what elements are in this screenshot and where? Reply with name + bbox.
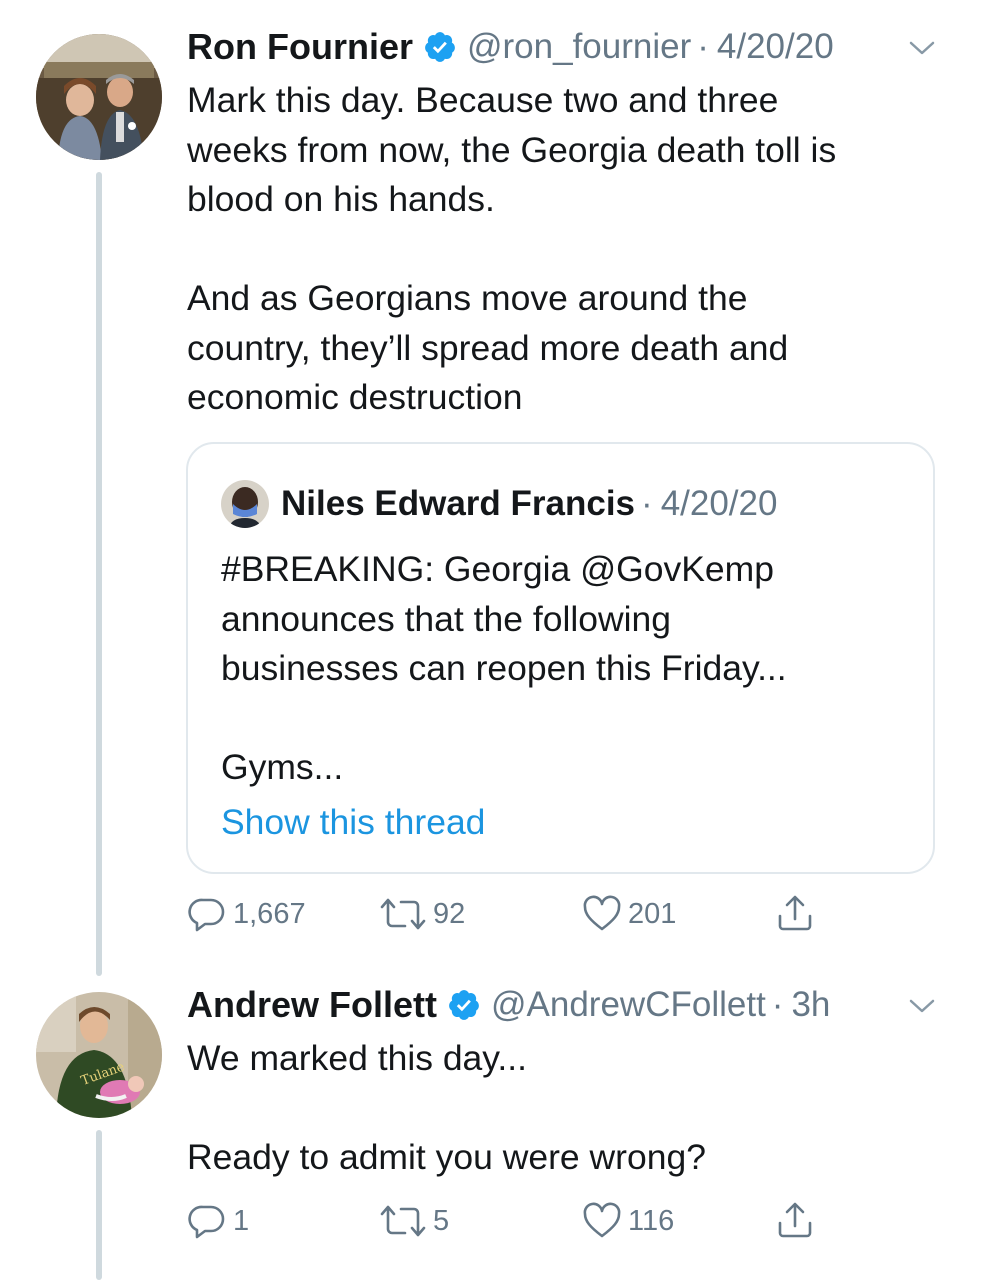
handle[interactable]: @ron_fournier — [467, 27, 691, 67]
avatar[interactable] — [36, 34, 162, 160]
quoted-display-name: Niles Edward Francis — [281, 484, 636, 523]
like-count: 201 — [628, 897, 677, 930]
tweet-text-line: weeks from now, the Georgia death toll i… — [187, 129, 837, 170]
reply-icon — [187, 894, 227, 934]
timestamp[interactable]: 4/20/20 — [717, 27, 834, 67]
show-thread-link[interactable]: Show this thread — [221, 802, 485, 843]
display-name[interactable]: Ron Fournier — [187, 26, 413, 68]
share-button[interactable] — [775, 892, 815, 936]
reply-button[interactable]: 1 — [187, 1199, 249, 1243]
tweet-actions: 1,667 92 201 — [187, 892, 827, 936]
tweet-header: Andrew Follett @AndrewCFollett · 3h — [187, 980, 830, 1030]
reply-count: 1 — [233, 1204, 250, 1237]
share-icon — [775, 894, 815, 934]
tweet-text-line: We marked this day... — [187, 1038, 528, 1078]
tweet-text-line: Mark this day. Because two and three — [187, 80, 779, 120]
retweet-icon — [379, 1201, 427, 1241]
verified-badge-icon — [447, 988, 481, 1022]
tweet-text: Mark this day. Because two and three wee… — [187, 76, 836, 423]
tweet-text-line: blood on his hands. — [187, 179, 495, 219]
quoted-timestamp: 4/20/20 — [660, 484, 778, 523]
display-name[interactable]: Andrew Follett — [187, 984, 437, 1026]
quoted-tweet[interactable]: Niles Edward Francis · 4/20/20 #BREAKING… — [186, 442, 935, 874]
reply-icon — [187, 1201, 227, 1241]
tweet-text: We marked this day... Ready to admit you… — [187, 1034, 706, 1183]
timestamp[interactable]: 3h — [791, 985, 830, 1025]
share-button[interactable] — [775, 1199, 815, 1243]
like-button[interactable]: 201 — [582, 892, 676, 936]
avatar[interactable]: Tulane — [36, 992, 162, 1118]
retweet-button[interactable]: 5 — [379, 1199, 449, 1243]
quoted-text-line: Gyms... — [221, 747, 344, 787]
retweet-count: 92 — [433, 897, 466, 930]
tweet-actions: 1 5 116 — [187, 1199, 827, 1243]
chevron-down-icon[interactable] — [908, 996, 936, 1016]
like-button[interactable]: 116 — [582, 1199, 674, 1243]
separator: · — [697, 27, 709, 66]
share-icon — [775, 1201, 815, 1241]
thread-line — [96, 172, 102, 976]
separator: · — [771, 985, 784, 1024]
reply-count: 1,667 — [233, 897, 306, 930]
tweet-header: Ron Fournier @ron_fournier · 4/20/20 — [187, 22, 834, 72]
quoted-tweet-header: Niles Edward Francis · 4/20/20 — [221, 480, 777, 528]
retweet-button[interactable]: 92 — [379, 892, 465, 936]
tweet-text-line: Ready to admit you were wrong? — [187, 1137, 706, 1177]
reply-button[interactable]: 1,667 — [187, 892, 306, 936]
tweet-text-line: And as Georgians move around the — [187, 278, 748, 318]
tweet-text-line: country, they’ll spread more death and — [187, 327, 789, 368]
tweet-text-line: economic destruction — [187, 377, 523, 417]
quoted-text-line: businesses can reopen this Friday... — [221, 648, 787, 688]
quoted-avatar — [221, 480, 269, 528]
handle[interactable]: @AndrewCFollett — [491, 985, 766, 1025]
heart-icon — [582, 894, 622, 934]
retweet-count: 5 — [433, 1204, 450, 1237]
quoted-tweet-text: #BREAKING: Georgia @GovKemp announces th… — [221, 545, 787, 793]
chevron-down-icon[interactable] — [908, 38, 936, 58]
heart-icon — [582, 1201, 622, 1241]
separator: · — [641, 484, 653, 523]
retweet-icon — [379, 894, 427, 934]
quoted-text-line: #BREAKING: Georgia @GovKemp — [221, 549, 774, 589]
quoted-text-line: announces that the following — [221, 598, 671, 639]
like-count: 116 — [628, 1204, 675, 1237]
thread-line — [96, 1130, 102, 1280]
verified-badge-icon — [423, 30, 457, 64]
